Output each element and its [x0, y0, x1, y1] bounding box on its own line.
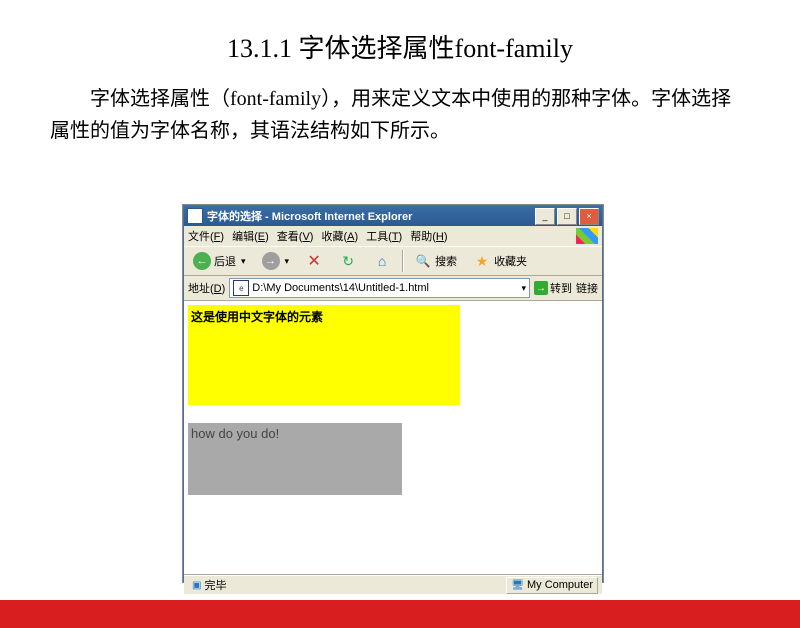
chevron-down-icon: ▾: [241, 256, 246, 267]
forward-button[interactable]: ▾: [257, 249, 295, 273]
favorites-label: 收藏夹: [494, 253, 527, 269]
ie-page-icon: e: [233, 280, 249, 296]
done-icon: ▣: [192, 580, 201, 591]
addressbar: 地址(D) e D:\My Documents\14\Untitled-1.ht…: [184, 276, 602, 301]
status-done-text: 完毕: [204, 577, 226, 593]
yellow-text-box: 这是使用中文字体的元素: [188, 305, 460, 405]
menu-edit[interactable]: 编辑(E): [232, 228, 269, 244]
go-arrow-icon: →: [534, 281, 548, 295]
address-input[interactable]: e D:\My Documents\14\Untitled-1.html ▾: [229, 278, 530, 298]
windows-flag-icon: [576, 228, 598, 244]
footer-bar: [0, 600, 800, 628]
search-button[interactable]: 搜索: [409, 249, 462, 273]
star-icon: [473, 252, 491, 270]
back-label: 后退: [214, 253, 236, 269]
minimize-button[interactable]: _: [535, 208, 555, 225]
menu-help[interactable]: 帮助(H): [410, 228, 447, 244]
dropdown-icon[interactable]: ▾: [521, 283, 526, 294]
titlebar[interactable]: e 字体的选择 - Microsoft Internet Explorer _ …: [184, 206, 602, 226]
ie-browser-window: e 字体的选择 - Microsoft Internet Explorer _ …: [183, 205, 603, 582]
statusbar: ▣ 完毕 🖥 My Computer: [184, 575, 602, 594]
page-content: 这是使用中文字体的元素 how do you do!: [184, 301, 602, 575]
home-icon: [373, 252, 391, 270]
status-left: ▣ 完毕: [188, 578, 502, 593]
links-button[interactable]: 链接: [576, 280, 598, 296]
toolbar-separator: [402, 250, 403, 272]
menubar: 文件(F) 编辑(E) 查看(V) 收藏(A) 工具(T) 帮助(H): [184, 226, 602, 246]
chevron-down-icon: ▾: [285, 256, 290, 267]
refresh-button[interactable]: [334, 249, 362, 273]
status-zone: 🖥 My Computer: [506, 577, 598, 594]
menu-view[interactable]: 查看(V): [277, 228, 314, 244]
ie-app-icon: e: [187, 208, 203, 224]
maximize-button[interactable]: □: [557, 208, 577, 225]
computer-icon: 🖥: [511, 580, 524, 591]
address-path: D:\My Documents\14\Untitled-1.html: [252, 282, 429, 294]
go-button[interactable]: → 转到: [534, 280, 572, 296]
menu-favorites[interactable]: 收藏(A): [321, 228, 358, 244]
toolbar: 后退 ▾ ▾ 搜索 收藏夹: [184, 246, 602, 276]
search-icon: [414, 252, 432, 270]
back-arrow-icon: [193, 252, 211, 270]
back-button[interactable]: 后退 ▾: [188, 249, 251, 273]
home-button[interactable]: [368, 249, 396, 273]
favorites-button[interactable]: 收藏夹: [468, 249, 532, 273]
status-zone-text: My Computer: [527, 579, 593, 591]
close-button[interactable]: ×: [579, 208, 599, 225]
gray-text-box: how do you do!: [188, 423, 402, 495]
slide-title: 13.1.1 字体选择属性font-family: [0, 28, 800, 65]
search-label: 搜索: [435, 253, 457, 269]
stop-button[interactable]: [300, 249, 328, 273]
address-label: 地址(D): [188, 280, 225, 296]
refresh-icon: [339, 252, 357, 270]
go-label: 转到: [550, 280, 572, 296]
window-title: 字体的选择 - Microsoft Internet Explorer: [207, 208, 533, 224]
menu-file[interactable]: 文件(F): [188, 228, 224, 244]
stop-icon: [305, 252, 323, 270]
slide-body-text: 字体选择属性（font-family），用来定义文本中使用的那种字体。字体选择属…: [50, 83, 750, 147]
forward-arrow-icon: [262, 252, 280, 270]
menu-tools[interactable]: 工具(T): [366, 228, 402, 244]
